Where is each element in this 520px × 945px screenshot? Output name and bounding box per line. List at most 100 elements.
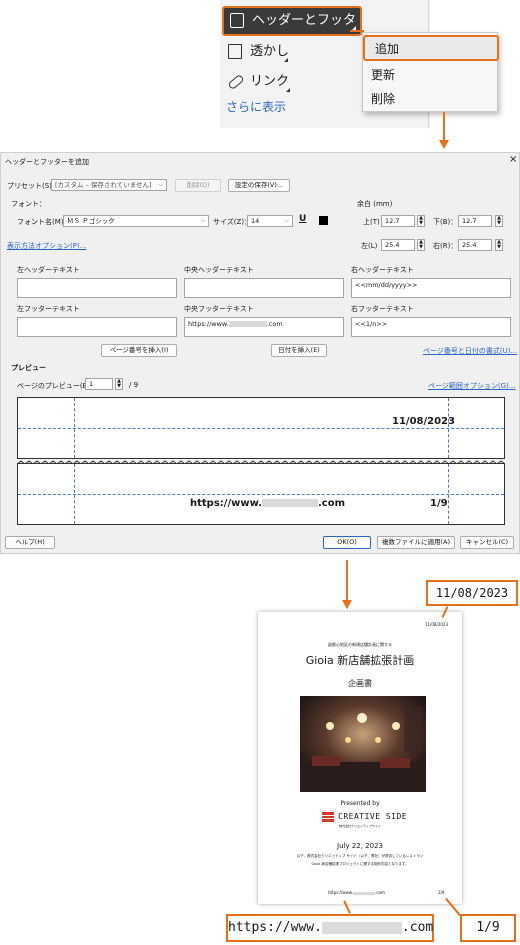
document-title: Gioia 新店舗拡張計画 bbox=[305, 654, 415, 667]
header-footer-icon bbox=[230, 13, 244, 28]
chevron-down-icon: ⌵ bbox=[158, 181, 163, 188]
document-date: July 22, 2023 bbox=[337, 842, 383, 850]
cancel-button[interactable]: キャンセル(C) bbox=[460, 536, 514, 549]
company-name: CREATIVE SIDE bbox=[338, 812, 408, 821]
dialog-title: ヘッダーとフッターを追加 bbox=[5, 158, 89, 166]
margin-left-label: 左(L) bbox=[361, 242, 378, 250]
insert-page-number-button[interactable]: ページ番号を挿入(I) bbox=[101, 344, 177, 357]
center-header-label: 中央ヘッダーテキスト bbox=[184, 266, 254, 274]
right-footer-input[interactable]: <<1/n>> bbox=[351, 317, 511, 337]
document-body-line-1: 以下、株式会社クリエイティブ サイド（以下、弊社）が提供しているレストラン bbox=[296, 854, 424, 858]
menu-item-add[interactable]: 追加 bbox=[363, 35, 499, 61]
font-group-label: フォント： bbox=[11, 200, 46, 208]
margin-left-spinner[interactable]: ▲ ▼ bbox=[417, 239, 425, 251]
page-number-date-format-link[interactable]: ページ番号と日付の書式(U)... bbox=[423, 346, 517, 356]
margin-right-spinner[interactable]: ▲ ▼ bbox=[495, 239, 503, 251]
margin-top-label: 上(T) bbox=[363, 218, 380, 226]
company-logo-icon bbox=[322, 812, 334, 822]
preview-group-label: プレビュー bbox=[11, 364, 46, 372]
link-button[interactable]: リンク bbox=[222, 68, 322, 96]
center-header-input[interactable] bbox=[184, 278, 344, 298]
watermark-label: 透かし bbox=[250, 44, 290, 59]
document-body-line-2: Gioia 新店舗拡張プロジェクトに関する契約内容となります。 bbox=[311, 862, 409, 866]
page-callout: 1/9 bbox=[460, 914, 516, 942]
date-callout: 11/08/2023 bbox=[426, 580, 518, 606]
margin-top-spinner[interactable]: ▲ ▼ bbox=[417, 215, 425, 227]
document-header-date: 11/08/2023 bbox=[424, 622, 448, 627]
right-header-label: 右ヘッダーテキスト bbox=[351, 266, 414, 274]
arrow-down-icon bbox=[342, 600, 352, 609]
watermark-button[interactable]: 透かし bbox=[222, 38, 322, 66]
arrow-down-icon bbox=[439, 140, 449, 149]
save-settings-button[interactable]: 設定の保存(V)... bbox=[228, 179, 290, 192]
link-label: リンク bbox=[250, 74, 290, 89]
page-range-options-link[interactable]: ページ範囲オプション(G)... bbox=[428, 381, 515, 391]
preview-page-input[interactable]: 1 bbox=[85, 378, 113, 390]
font-name-value: ＭＳ Ｐゴシック bbox=[67, 217, 115, 225]
insert-date-button[interactable]: 日付を挿入(E) bbox=[271, 344, 327, 357]
preset-select[interactable]: [カスタム – 保存されていません] ⌵ bbox=[51, 179, 167, 191]
ok-button[interactable]: OK(O) bbox=[323, 536, 371, 549]
delete-preset-button[interactable]: 削除(D) bbox=[175, 179, 221, 192]
font-size-value: 14 bbox=[251, 217, 260, 225]
center-footer-label: 中央フッターテキスト bbox=[184, 305, 254, 313]
menu-item-update[interactable]: 更新 bbox=[371, 66, 395, 83]
preview-header-date: 11/08/2023 bbox=[392, 416, 455, 427]
document-section: 企画書 bbox=[348, 679, 372, 688]
center-footer-url-prefix: https://www. bbox=[188, 320, 229, 328]
redacted-domain bbox=[228, 321, 267, 327]
callout-url-prefix: https://www. bbox=[228, 920, 322, 935]
margin-left-input[interactable]: 25.4 bbox=[381, 239, 415, 251]
margin-right-label: 右(R)： bbox=[433, 242, 458, 250]
font-size-select[interactable]: 14 ⌵ bbox=[247, 215, 293, 227]
preview-footer-url-suffix: .com bbox=[317, 498, 345, 509]
redacted-domain bbox=[261, 499, 318, 507]
header-footer-button[interactable]: ヘッダーとフッター bbox=[222, 6, 362, 54]
margin-bottom-input[interactable]: 12.7 bbox=[458, 215, 492, 227]
header-footer-dialog: ヘッダーとフッターを追加 × プリセット(S)： [カスタム – 保存されていま… bbox=[0, 152, 520, 554]
left-header-input[interactable] bbox=[17, 278, 177, 298]
preset-value: [カスタム – 保存されていません] bbox=[55, 181, 152, 189]
font-size-label: サイズ(Z)： bbox=[213, 218, 252, 226]
callout-url-suffix: .com bbox=[401, 920, 434, 935]
footer-preview-pane: https://www. .com 1/9 bbox=[17, 463, 505, 525]
underline-button[interactable]: U bbox=[299, 214, 306, 224]
left-footer-input[interactable] bbox=[17, 317, 177, 337]
close-icon[interactable]: × bbox=[509, 154, 517, 165]
show-more-link[interactable]: さらに表示 bbox=[226, 98, 286, 115]
menu-item-delete[interactable]: 削除 bbox=[371, 90, 395, 107]
margin-guide-top bbox=[18, 428, 504, 429]
document-subtitle: 副都心地区の新規店舗計画に関する bbox=[328, 642, 392, 647]
link-icon bbox=[227, 73, 245, 91]
arrow-line bbox=[443, 112, 445, 140]
redacted-domain bbox=[353, 891, 376, 895]
preview-page-spinner[interactable]: ▲ ▼ bbox=[115, 378, 123, 390]
font-color-swatch[interactable] bbox=[319, 216, 328, 225]
watermark-icon bbox=[228, 44, 242, 59]
left-footer-label: 左フッターテキスト bbox=[17, 305, 80, 313]
help-button[interactable]: ヘルプ(H) bbox=[5, 536, 55, 549]
margin-group-label: 余白 (mm) bbox=[357, 200, 393, 208]
margin-bottom-spinner[interactable]: ▲ ▼ bbox=[495, 215, 503, 227]
margin-top-input[interactable]: 12.7 bbox=[381, 215, 415, 227]
apply-multiple-files-button[interactable]: 複数ファイルに適用(A) bbox=[377, 536, 455, 549]
margin-guide-bottom bbox=[18, 494, 504, 495]
document-page: 11/08/2023 副都心地区の新規店舗計画に関する Gioia 新店舗拡張計… bbox=[258, 612, 462, 904]
document-footer-url-prefix: https://www. bbox=[328, 890, 354, 895]
display-options-link[interactable]: 表示方法オプション(P)... bbox=[7, 241, 86, 251]
chevron-down-icon: ⌵ bbox=[200, 217, 205, 224]
margin-bottom-label: 下(B)： bbox=[433, 218, 458, 226]
font-name-select[interactable]: ＭＳ Ｐゴシック ⌵ bbox=[63, 215, 209, 227]
right-header-input[interactable]: <<mm/dd/yyyy>> bbox=[351, 278, 511, 298]
url-callout: https://www. .com bbox=[226, 914, 434, 942]
left-header-label: 左ヘッダーテキスト bbox=[17, 266, 80, 274]
redacted-domain bbox=[321, 921, 402, 934]
preview-page-label: ページのプレビュー(E) bbox=[17, 382, 90, 390]
preview-footer-url-prefix: https://www. bbox=[190, 498, 262, 509]
preview-footer-url: https://www. .com bbox=[190, 498, 345, 509]
document-footer-url: https://www. .com bbox=[328, 890, 385, 895]
center-footer-input[interactable]: https://www. .com bbox=[184, 317, 344, 337]
header-preview-pane: 11/08/2023 bbox=[17, 397, 505, 459]
preview-footer-page: 1/9 bbox=[430, 498, 448, 509]
margin-right-input[interactable]: 25.4 bbox=[458, 239, 492, 251]
